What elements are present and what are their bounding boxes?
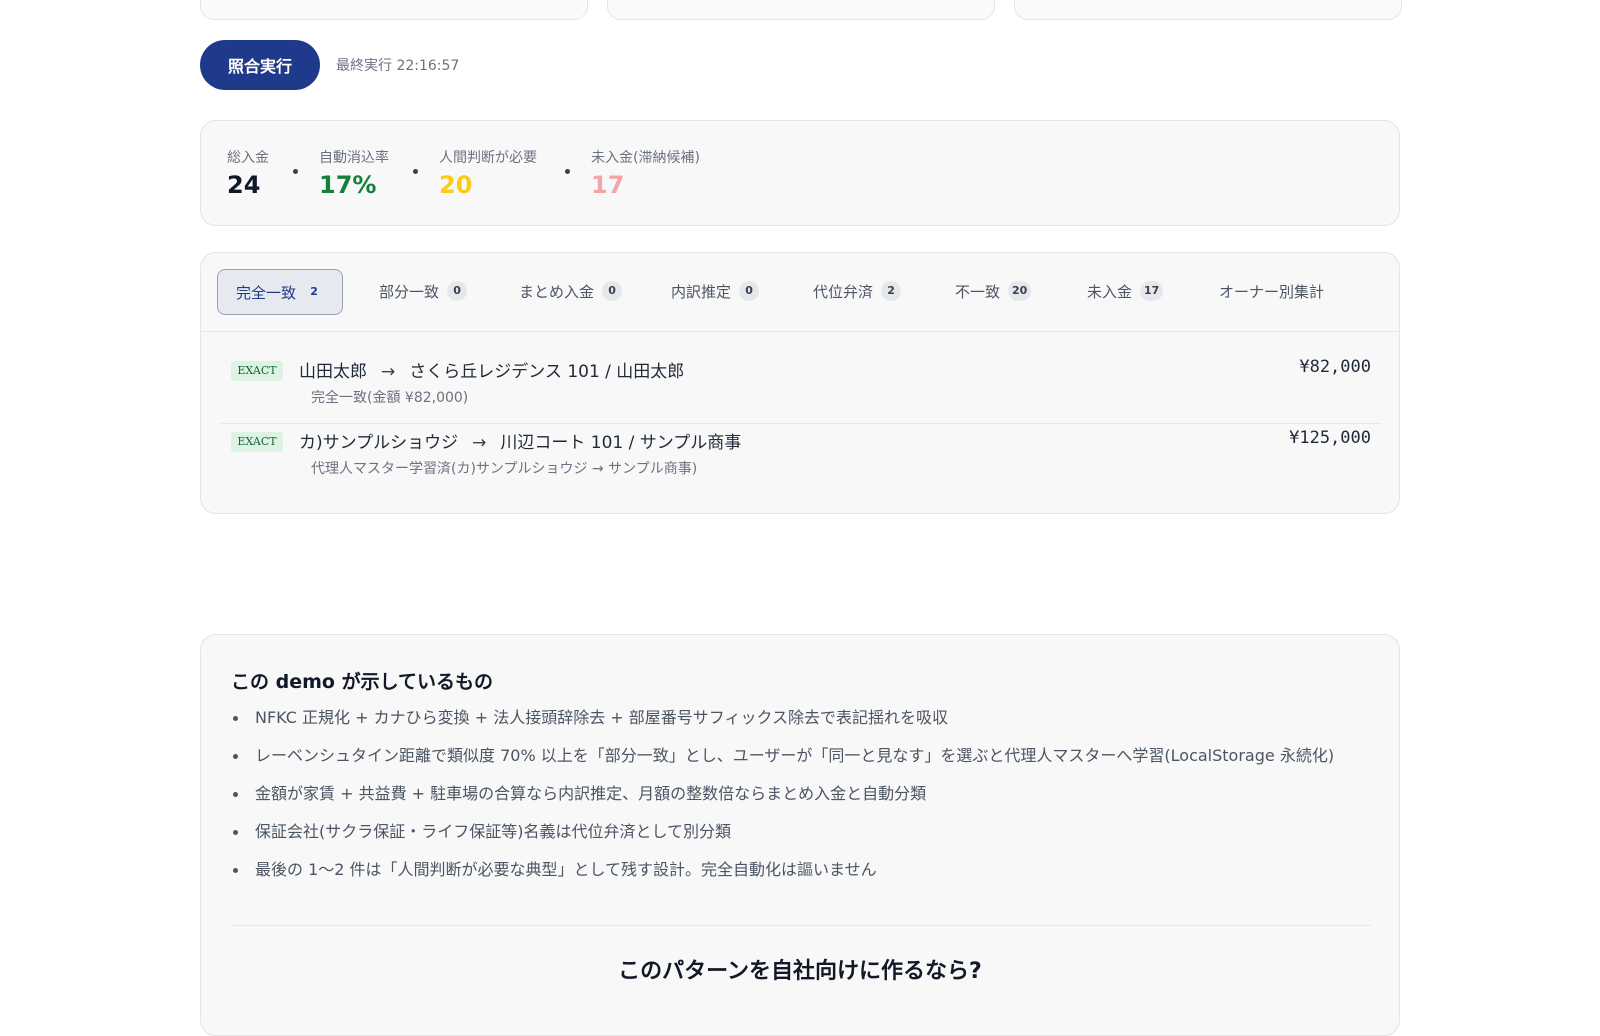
separator-dot: [413, 169, 418, 174]
stat-label: 人間判断が必要: [439, 150, 537, 166]
tab-breakdown-estimate[interactable]: 内訳推定 0: [671, 269, 760, 313]
tab-count-badge: 0: [602, 281, 623, 301]
last-run-timestamp: 最終実行 22:16:57: [336, 58, 460, 74]
separator-dot: [293, 169, 298, 174]
tab-count-badge: 0: [739, 281, 760, 301]
tab-label: オーナー別集計: [1219, 282, 1325, 301]
stat-auto-clear-rate: 自動消込率 17%: [319, 147, 389, 199]
stat-value: 17%: [319, 171, 377, 199]
tab-count-badge: 0: [447, 281, 468, 301]
top-card: [200, 0, 588, 20]
target-property: さくら丘レジデンス 101 / 山田太郎: [409, 362, 685, 382]
stat-value: 17: [591, 171, 625, 199]
tab-count-badge: 2: [881, 281, 902, 301]
divider: [231, 925, 1371, 926]
tab-label: 不一致: [955, 282, 1001, 301]
list-item: 最後の 1〜2 件は「人間判断が必要な典型」として残す設計。完全自動化は謳いませ…: [231, 851, 1334, 889]
cta-heading: このパターンを自社向けに作るなら?: [618, 959, 982, 984]
tab-label: 内訳推定: [671, 282, 732, 301]
list-item: NFKC 正規化 + カナひら変換 + 法人接頭辞除去 + 部屋番号サフィックス…: [231, 699, 1334, 737]
tab-label: 未入金: [1087, 282, 1133, 301]
tab-label: 完全一致: [236, 283, 297, 302]
tab-label: まとめ入金: [519, 282, 595, 301]
section-title: この demo が示しているもの: [231, 671, 493, 693]
stat-needs-human-review: 人間判断が必要 20: [439, 147, 537, 199]
match-description: 山田太郎 → さくら丘レジデンス 101 / 山田太郎: [299, 357, 684, 382]
exact-badge: EXACT: [231, 361, 283, 381]
list-item: 保証会社(サクラ保証・ライフ保証等)名義は代位弁済として別分類: [231, 813, 1334, 851]
payer-name: カ)サンプルショウジ: [299, 433, 459, 453]
tab-count-badge: 2: [310, 285, 318, 298]
top-card: [1014, 0, 1402, 20]
stat-value: 24: [227, 171, 261, 199]
target-property: 川辺コート 101 / サンプル商事: [500, 433, 742, 453]
exact-badge: EXACT: [231, 432, 283, 452]
list-item: 金額が家賃 + 共益費 + 駐車場の合算なら内訳推定、月額の整数倍ならまとめ入金…: [231, 775, 1334, 813]
reconcile-results-panel: 完全一致 2 部分一致 0 まとめ入金 0 内訳推定 0 代位弁済 2 不一致 …: [200, 252, 1400, 514]
match-note: 代理人マスター学習済(カ)サンプルショウジ → サンプル商事): [311, 461, 698, 477]
tab-label: 部分一致: [379, 282, 440, 301]
match-row[interactable]: EXACT カ)サンプルショウジ → 川辺コート 101 / サンプル商事 代理人マ…: [221, 424, 1381, 494]
match-amount: ¥82,000: [1299, 357, 1371, 377]
tab-label: 代位弁済: [813, 282, 874, 301]
stat-value: 20: [439, 171, 473, 199]
tab-combined-deposit[interactable]: まとめ入金 0: [519, 269, 623, 313]
match-row[interactable]: EXACT 山田太郎 → さくら丘レジデンス 101 / 山田太郎 完全一致(金額 …: [221, 353, 1381, 424]
result-tabs: 完全一致 2 部分一致 0 まとめ入金 0 内訳推定 0 代位弁済 2 不一致 …: [201, 253, 1399, 332]
demo-explanation-panel: この demo が示しているもの NFKC 正規化 + カナひら変換 + 法人接…: [200, 634, 1400, 1036]
tab-exact-match[interactable]: 完全一致 2: [217, 269, 344, 315]
feature-list: NFKC 正規化 + カナひら変換 + 法人接頭辞除去 + 部屋番号サフィックス…: [231, 699, 1334, 889]
run-row: 照合実行 最終実行 22:16:57: [200, 40, 459, 90]
tab-count-badge: 20: [1008, 281, 1032, 301]
separator-dot: [565, 169, 570, 174]
tab-mismatch[interactable]: 不一致 20: [955, 269, 1032, 313]
tab-unpaid[interactable]: 未入金 17: [1087, 269, 1164, 313]
tab-subrogation[interactable]: 代位弁済 2: [813, 269, 902, 313]
stat-label: 未入金(滞納候補): [591, 150, 700, 166]
stat-label: 総入金: [227, 150, 269, 166]
arrow-right-icon: →: [381, 362, 396, 382]
arrow-right-icon: →: [472, 433, 487, 453]
top-card: [607, 0, 995, 20]
tab-count-badge: 17: [1140, 281, 1164, 301]
stats-panel: 総入金 24 自動消込率 17% 人間判断が必要 20 未入金(滞納候補) 17: [200, 120, 1400, 226]
match-amount: ¥125,000: [1289, 428, 1371, 448]
tab-owner-summary[interactable]: オーナー別集計: [1219, 269, 1324, 313]
tab-partial-match[interactable]: 部分一致 0: [379, 269, 468, 313]
top-card-row: [200, 0, 1402, 20]
stat-label: 自動消込率: [319, 150, 389, 166]
match-note: 完全一致(金額 ¥82,000): [311, 390, 469, 406]
list-item: レーベンシュタイン距離で類似度 70% 以上を「部分一致」とし、ユーザーが「同一…: [231, 737, 1334, 775]
match-description: カ)サンプルショウジ → 川辺コート 101 / サンプル商事: [299, 428, 741, 453]
stat-total-deposits: 総入金 24: [227, 147, 269, 199]
run-reconcile-button[interactable]: 照合実行: [200, 40, 320, 90]
payer-name: 山田太郎: [299, 362, 367, 382]
stat-unpaid: 未入金(滞納候補) 17: [591, 147, 700, 199]
